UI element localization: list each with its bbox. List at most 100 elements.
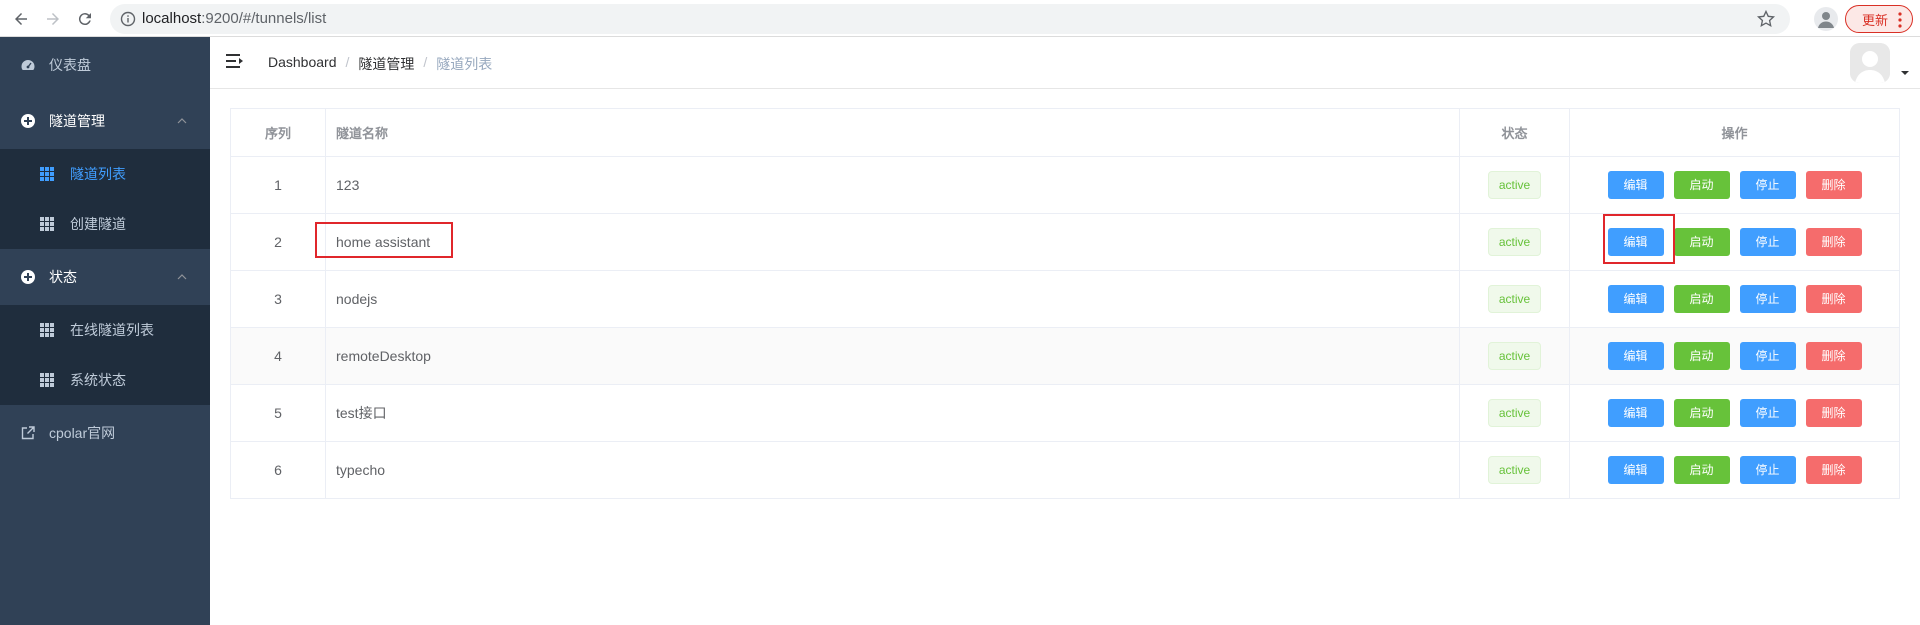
stop-button[interactable]: 停止 [1739,342,1796,370]
delete-button[interactable]: 删除 [1805,285,1862,313]
dashboard-gauge-icon [21,60,35,70]
status-cell: active [1459,327,1570,385]
table-header-row: 序列 隧道名称 状态 操作 [230,108,1900,157]
stop-button[interactable]: 停止 [1739,399,1796,427]
sidebar-item-label: cpolar官网 [49,425,116,441]
start-button[interactable]: 启动 [1673,399,1730,427]
external-link-icon [21,426,35,440]
avatar[interactable] [1850,43,1890,83]
navbar: Dashboard / 隧道管理 / 隧道列表 [210,37,1920,89]
start-button[interactable]: 启动 [1673,285,1730,313]
delete-button[interactable]: 删除 [1805,456,1862,484]
chevron-up-icon [177,274,187,280]
tunnel-name: typecho [325,441,1460,499]
sidebar-item-status[interactable]: 状态 [0,249,210,305]
delete-button[interactable]: 删除 [1805,399,1862,427]
status-cell: active [1459,213,1570,271]
status-badge: active [1487,342,1542,370]
edit-button[interactable]: 编辑 [1607,285,1664,313]
breadcrumb-separator: / [345,54,350,70]
tunnel-name: 123 [325,156,1460,214]
url-text: localhost:9200/#/tunnels/list [142,10,327,27]
tunnel-name: remoteDesktop [325,327,1460,385]
sidebar-item-cpolar-site[interactable]: cpolar官网 [0,405,210,461]
tunnel-submenu: 隧道列表 创建隧道 [0,149,210,249]
sidebar-item-create-tunnel[interactable]: 创建隧道 [0,199,210,249]
sidebar-item-label: 创建隧道 [70,216,126,232]
bookmark-star-icon[interactable] [1756,9,1776,29]
actions-cell: 编辑 启动 停止 删除 [1569,327,1900,385]
row-index: 3 [230,270,326,328]
breadcrumb-tunnel-management[interactable]: 隧道管理 [358,54,414,74]
stop-button[interactable]: 停止 [1739,228,1796,256]
status-cell: active [1459,156,1570,214]
breadcrumb-current: 隧道列表 [436,56,493,72]
start-button[interactable]: 启动 [1673,228,1730,256]
sidebar-item-label: 隧道列表 [70,166,126,182]
more-vert-icon [1898,12,1902,28]
delete-button[interactable]: 删除 [1805,228,1862,256]
row-index: 6 [230,441,326,499]
sidebar-item-label: 在线隧道列表 [70,322,154,338]
edit-button[interactable]: 编辑 [1607,171,1664,199]
sidebar-item-system-status[interactable]: 系统状态 [0,355,210,405]
column-header-index: 序列 [230,108,326,157]
tunnel-name: test接口 [325,384,1460,442]
edit-button[interactable]: 编辑 [1607,399,1664,427]
sidebar-item-tunnel-list[interactable]: 隧道列表 [0,149,210,199]
sidebar-item-label: 状态 [49,269,77,285]
sidebar-item-label: 仪表盘 [49,57,91,73]
status-badge: active [1487,285,1542,313]
sidebar-item-label: 隧道管理 [49,113,105,129]
user-avatar-icon [1850,43,1890,83]
highlight-edit-button [1603,214,1675,264]
status-badge: active [1487,456,1542,484]
delete-button[interactable]: 删除 [1805,171,1862,199]
caret-down-icon[interactable] [1900,69,1910,77]
edit-button[interactable]: 编辑 [1607,456,1664,484]
sidebar-item-tunnel-management[interactable]: 隧道管理 [0,93,210,149]
reload-icon[interactable] [72,6,98,32]
breadcrumb-dashboard[interactable]: Dashboard [268,54,337,74]
status-badge: active [1487,171,1542,199]
browser-toolbar: localhost:9200/#/tunnels/list 更新 [0,0,1920,37]
update-button[interactable]: 更新 [1845,5,1913,33]
highlight-tunnel-name [315,222,453,258]
stop-button[interactable]: 停止 [1739,285,1796,313]
profile-icon[interactable] [1814,7,1838,31]
update-label: 更新 [1862,12,1889,28]
delete-button[interactable]: 删除 [1805,342,1862,370]
tunnel-name: home assistant [325,213,1460,271]
breadcrumb: Dashboard / 隧道管理 / 隧道列表 [268,54,492,74]
hamburger-icon[interactable] [226,53,244,69]
row-index: 4 [230,327,326,385]
table-row: 6 typecho active 编辑 启动 停止 删除 [230,441,1900,499]
actions-cell: 编辑 启动 停止 删除 [1569,270,1900,328]
grid-table-icon [40,323,54,337]
circle-plus-icon [21,114,35,128]
stop-button[interactable]: 停止 [1739,456,1796,484]
edit-button[interactable]: 编辑 [1607,342,1664,370]
info-icon[interactable] [120,11,136,27]
address-bar[interactable]: localhost:9200/#/tunnels/list [110,4,1790,34]
forward-icon[interactable] [40,6,66,32]
row-index: 5 [230,384,326,442]
actions-cell: 编辑 启动 停止 删除 [1569,441,1900,499]
start-button[interactable]: 启动 [1673,342,1730,370]
table-row: 3 nodejs active 编辑 启动 停止 删除 [230,270,1900,328]
actions-cell: 编辑 启动 停止 删除 [1569,384,1900,442]
sidebar-item-label: 系统状态 [70,372,126,388]
status-submenu: 在线隧道列表 系统状态 [0,305,210,405]
grid-table-icon [40,167,54,181]
table-row: 5 test接口 active 编辑 启动 停止 删除 [230,384,1900,442]
sidebar-item-dashboard[interactable]: 仪表盘 [0,37,210,93]
start-button[interactable]: 启动 [1673,171,1730,199]
stop-button[interactable]: 停止 [1739,171,1796,199]
back-icon[interactable] [8,6,34,32]
column-header-status: 状态 [1459,108,1570,157]
actions-cell: 编辑 启动 停止 删除 [1569,156,1900,214]
status-cell: active [1459,384,1570,442]
sidebar-item-online-tunnels[interactable]: 在线隧道列表 [0,305,210,355]
column-header-name: 隧道名称 [325,108,1460,157]
start-button[interactable]: 启动 [1673,456,1730,484]
